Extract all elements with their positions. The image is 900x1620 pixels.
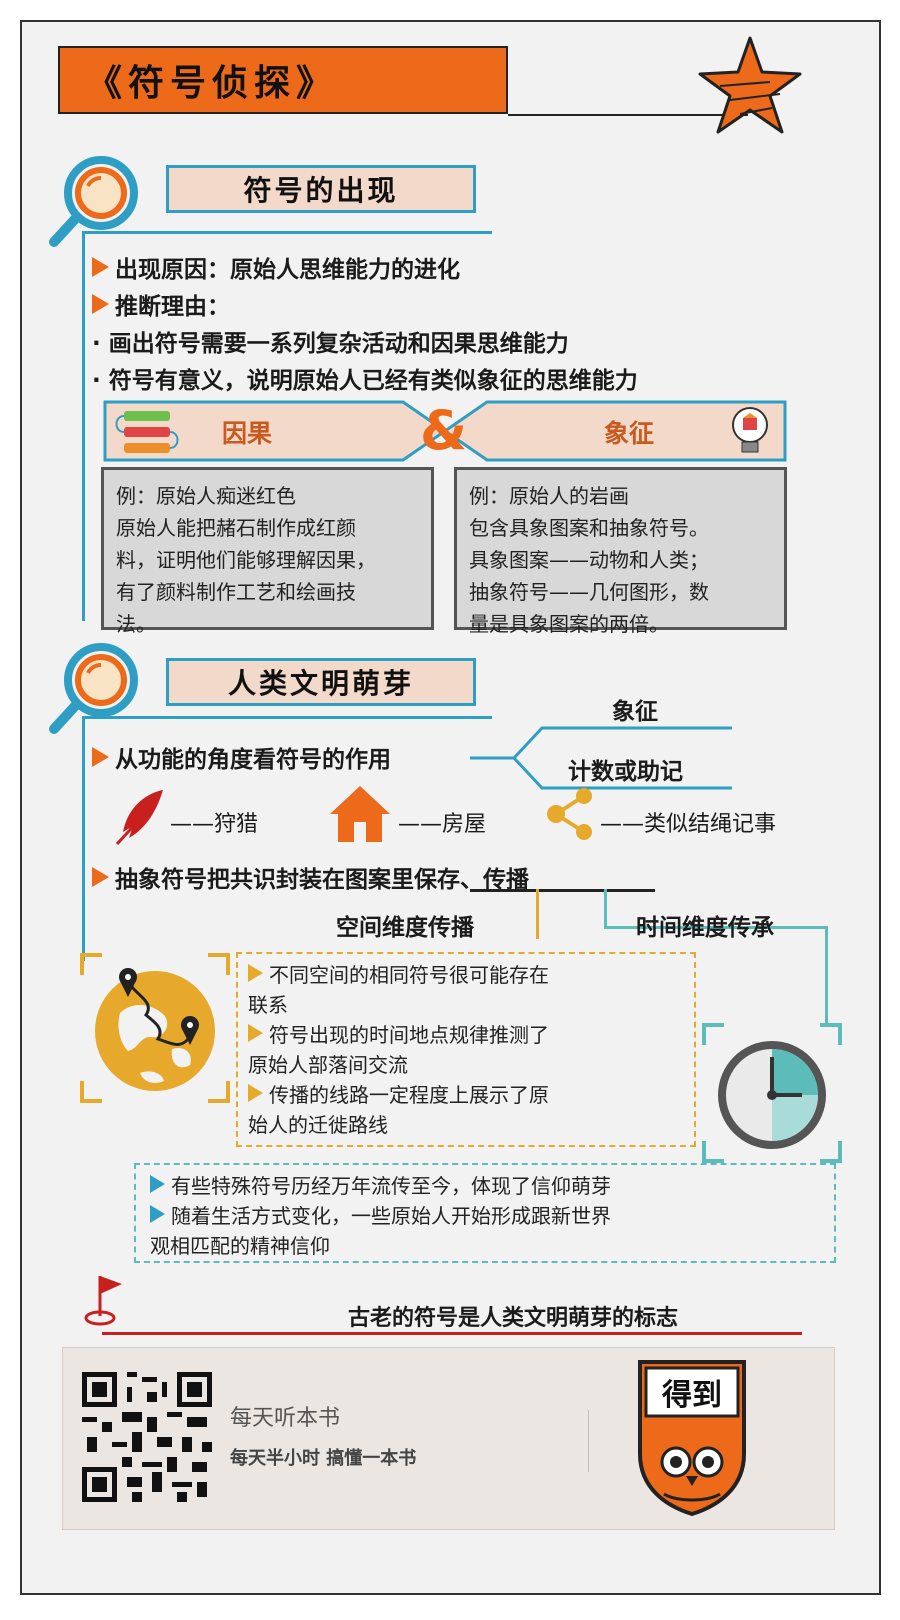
label-symbolic: 象征	[604, 419, 655, 448]
magnifier-icon	[49, 643, 138, 734]
time-connector-top	[604, 889, 607, 927]
star-icon	[698, 36, 802, 134]
bullet-inference: 推断理由：	[92, 287, 230, 321]
footer-slogan: 每天听本书	[230, 1406, 341, 1431]
ampersand: &	[420, 399, 468, 462]
globe-icon	[80, 953, 230, 1103]
time-connector-v	[825, 926, 828, 1026]
space-propagation-box: 不同空间的相同符号很可能存在 联系 符号出现的时间地点规律推测了 原始人部落间交…	[236, 952, 696, 1147]
section-heading-symbol-origin: 符号的出现	[166, 165, 476, 213]
bullet-abstract: 抽象符号把共识封装在图案里保存、传播	[92, 860, 529, 894]
time-inheritance-box: 有些特殊符号历经万年流传至今，体现了信仰萌芽 随着生活方式变化，一些原始人开始形…	[134, 1163, 836, 1263]
section-heading-civilization: 人类文明萌芽	[166, 658, 476, 706]
dedao-logo-text: 得到	[662, 1378, 722, 1413]
page-title: 《符号侦探》	[58, 46, 508, 114]
space-connector	[536, 889, 539, 939]
house-icon	[330, 786, 390, 842]
feather-icon	[115, 790, 163, 846]
qr-code-icon	[82, 1372, 212, 1502]
conclusion-text: 古老的符号是人类文明萌芽的标志	[348, 1306, 679, 1331]
section1-vline	[82, 231, 85, 621]
section2-underline	[82, 716, 492, 719]
lightbulb-icon	[732, 407, 768, 453]
label-causal: 因果	[222, 419, 273, 448]
label-knot-record: ——类似结绳记事	[600, 812, 777, 837]
label-house: ——房屋	[398, 812, 487, 837]
dot-causal: · 画出符号需要一系列复杂活动和因果思维能力	[92, 331, 569, 357]
label-time: 时间维度传承	[636, 915, 774, 941]
split-line	[470, 889, 655, 892]
example-box-red-pigment: 例：原始人痴迷红色 原始人能把赭石制作成红颜 料，证明他们能够理解因果， 有了颜…	[101, 467, 434, 636]
example-box-rock-art: 例：原始人的岩画 包含具象图案和抽象符号。 具象图案——动物和人类； 抽象符号—…	[454, 467, 787, 636]
branch-counting: 计数或助记	[568, 759, 683, 785]
flag-icon	[84, 1276, 122, 1326]
conclusion-underline	[102, 1332, 802, 1335]
footer-tagline: 每天半小时 搞懂一本书	[230, 1448, 417, 1469]
label-space: 空间维度传播	[336, 915, 474, 941]
bullet-function: 从功能的角度看符号的作用	[92, 740, 391, 774]
footer-divider	[588, 1410, 589, 1472]
clock-icon	[702, 1023, 842, 1163]
section2-vline	[82, 716, 85, 961]
dot-symbolic: · 符号有意义，说明原始人已经有类似象征的思维能力	[92, 368, 638, 394]
branch-symbolic: 象征	[612, 699, 658, 725]
bullet-reason: 出现原因：原始人思维能力的进化	[92, 250, 460, 284]
share-icon	[547, 788, 592, 840]
section1-underline	[82, 231, 492, 234]
label-hunting: ——狩猎	[170, 812, 259, 837]
battery-icon	[115, 411, 179, 453]
